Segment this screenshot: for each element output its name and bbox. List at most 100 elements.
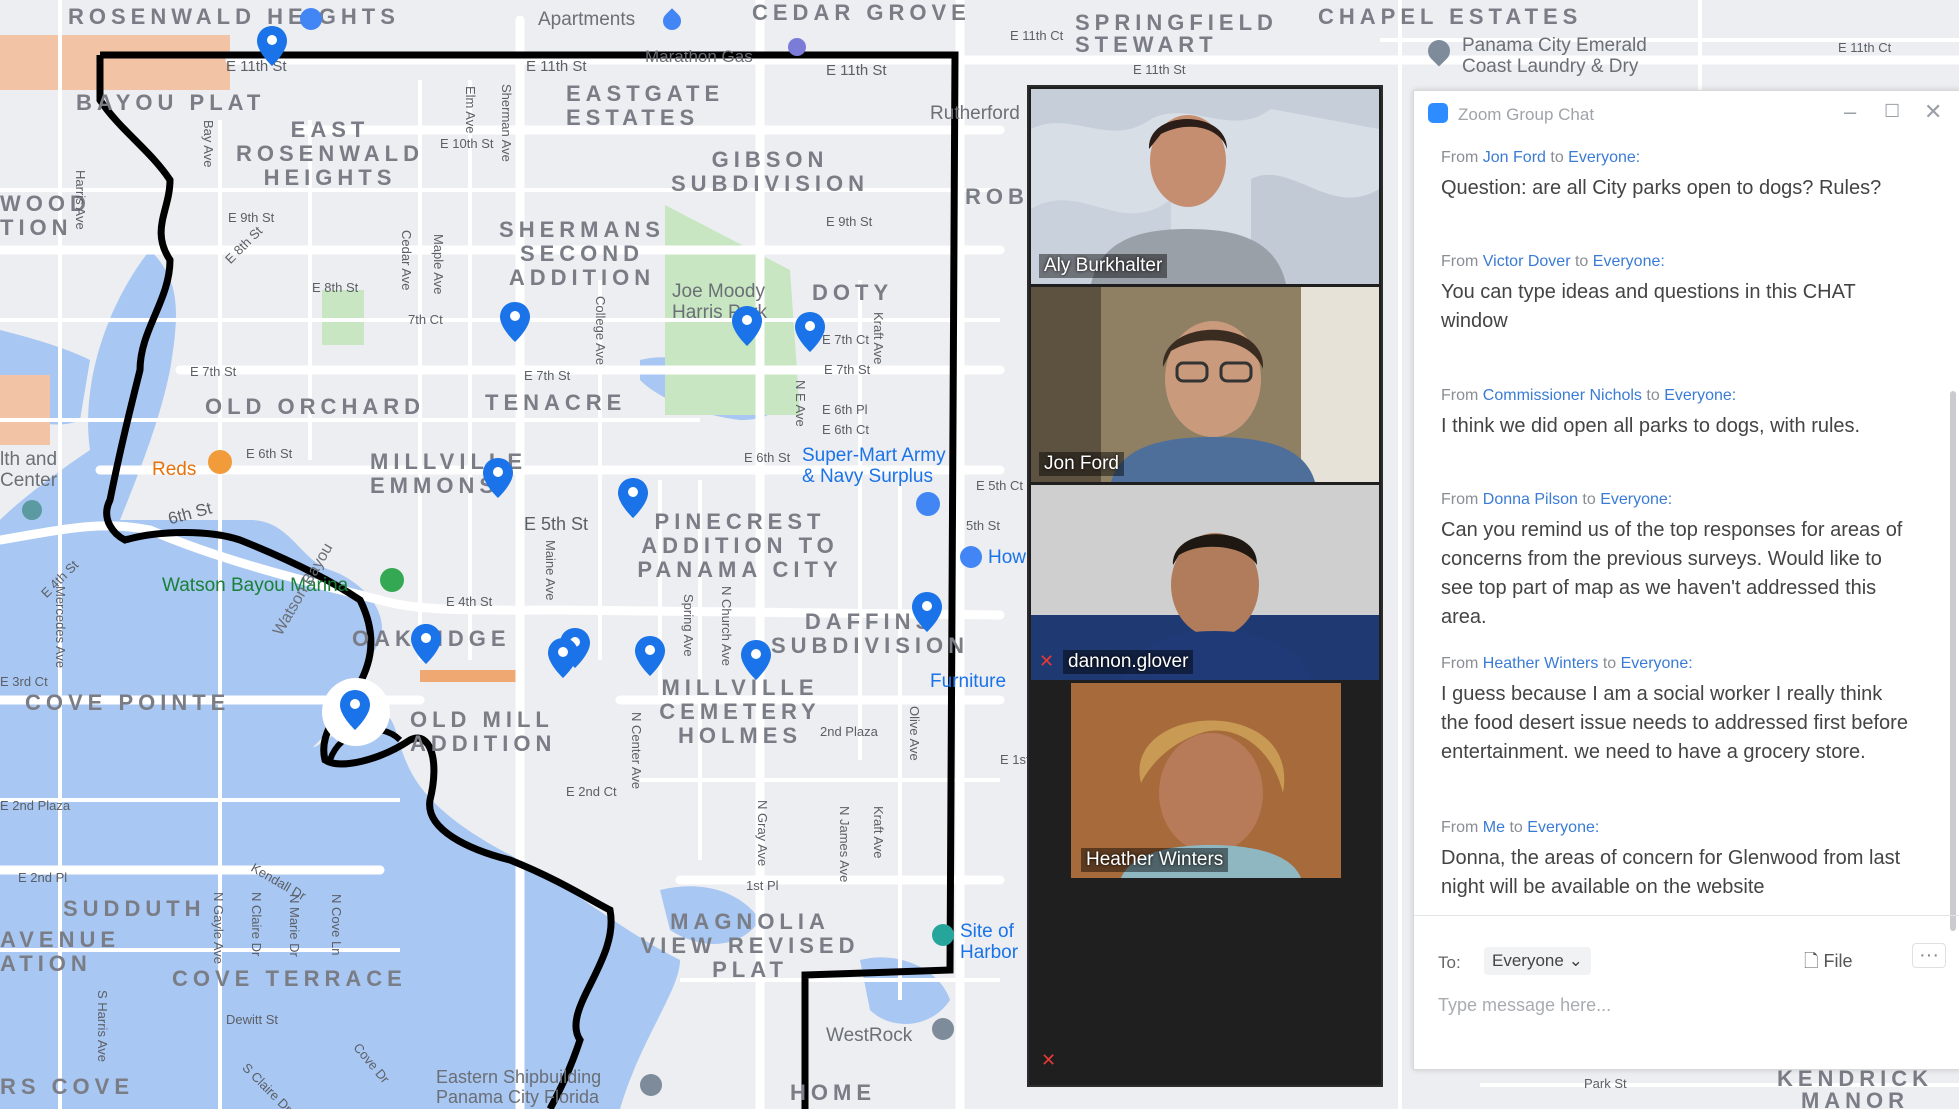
recipient-name[interactable]: Everyone:: [1527, 819, 1599, 836]
video-tile[interactable]: Heather Winters: [1031, 683, 1379, 878]
map-pin[interactable]: [483, 458, 513, 498]
neighborhood-shermans-second-addition: SHERMANS SECOND ADDITION: [499, 217, 665, 290]
chat-message: From Commissioner Nichols to Everyone: I…: [1441, 387, 1911, 441]
recipient-name[interactable]: Everyone:: [1600, 491, 1672, 508]
shopping-icon[interactable]: [916, 492, 940, 516]
recipient-value: Everyone: [1492, 951, 1564, 970]
maximize-icon[interactable]: ☐: [1884, 101, 1900, 122]
street-e6th-ct: E 6th Ct: [822, 422, 869, 437]
poi-health-center[interactable]: lth and Center: [0, 449, 70, 492]
factory-icon[interactable]: [932, 1018, 954, 1040]
map-pin[interactable]: [912, 592, 942, 632]
neighborhood-tenacre: TENACRE: [485, 390, 627, 415]
poi-super-mart[interactable]: Super-Mart Army & Navy Surplus: [802, 445, 962, 488]
video-tile-active[interactable]: Jon Ford: [1031, 287, 1379, 482]
chat-message-input[interactable]: Type message here...: [1438, 995, 1928, 1016]
video-tile[interactable]: Aly Burkhalter: [1031, 89, 1379, 284]
chat-message: From Donna Pilson to Everyone: Can you r…: [1441, 491, 1911, 632]
chat-title: Zoom Group Chat: [1458, 105, 1595, 124]
street-e6th: E 6th St: [246, 446, 293, 461]
neighborhood-eastgate-estates: EASTGATE ESTATES: [566, 81, 725, 130]
landmark-icon[interactable]: [932, 924, 954, 946]
minimize-icon[interactable]: –: [1844, 99, 1856, 125]
restaurant-icon[interactable]: [208, 450, 232, 474]
chat-scrollbar[interactable]: [1950, 391, 1956, 931]
map-pin[interactable]: [741, 640, 771, 680]
message-text: I think we did open all parks to dogs, w…: [1441, 415, 1861, 437]
street-center: N Center Ave: [629, 712, 644, 790]
street-e6th: E 6th St: [744, 450, 791, 465]
video-tile[interactable]: ✕ dannon.glover: [1031, 485, 1379, 680]
shopping-icon[interactable]: [960, 546, 982, 568]
poi-furniture[interactable]: Furniture: [930, 671, 1006, 693]
street-olive: Olive Ave: [907, 706, 922, 761]
factory-icon[interactable]: [640, 1074, 662, 1096]
message-header: From Me to Everyone:: [1441, 819, 1600, 836]
map-pin[interactable]: [635, 636, 665, 676]
street-maple: Maple Ave: [431, 234, 446, 295]
gas-icon[interactable]: [788, 38, 806, 56]
street-e4th: E 4th St: [446, 594, 493, 609]
message-header: From Victor Dover to Everyone:: [1441, 253, 1665, 270]
neighborhood-kendrick-manor: KENDRICK MANOR: [1776, 1066, 1934, 1109]
recipient-name[interactable]: Everyone:: [1593, 253, 1665, 270]
marina-icon[interactable]: [380, 568, 404, 592]
street-e7th: E 7th St: [190, 364, 237, 379]
street-e11th: E 11th St: [1133, 62, 1186, 77]
video-gallery: Aly Burkhalter Jon Ford ✕ dannon.glover: [1027, 85, 1383, 1087]
map-pin-selected[interactable]: [340, 690, 370, 730]
health-icon[interactable]: [22, 500, 42, 520]
street-e2nd-plaza: E 2nd Plaza: [0, 798, 71, 813]
poi-how[interactable]: How: [988, 547, 1026, 569]
file-button[interactable]: 🗋 File: [1804, 949, 1853, 979]
map-pin[interactable]: [795, 312, 825, 352]
street-spring: Spring Ave: [681, 594, 696, 657]
file-icon: 🗋: [1804, 951, 1819, 971]
self-muted-icon[interactable]: ✕: [1041, 1050, 1056, 1071]
neighborhood-magnolia-view: MAGNOLIA VIEW REVISED PLAT: [640, 909, 860, 982]
message-header: From Heather Winters to Everyone:: [1441, 655, 1693, 672]
sender-name[interactable]: Heather Winters: [1483, 655, 1599, 672]
more-options-button[interactable]: ···: [1912, 943, 1946, 968]
recipient-dropdown[interactable]: Everyone ⌄: [1484, 947, 1591, 975]
poi-site-of[interactable]: Site of Harbor: [960, 921, 1030, 964]
neighborhood-sudduth: SUDDUTH: [63, 896, 206, 921]
neighborhood-rs-cove: RS COVE: [0, 1074, 135, 1099]
neighborhood-chapel-estates: CHAPEL ESTATES: [1318, 4, 1583, 29]
poi-eastern-shipbuilding[interactable]: Eastern Shipbuilding Panama City Florida: [436, 1067, 666, 1108]
map-pin[interactable]: [257, 26, 287, 66]
map-pin[interactable]: [618, 478, 648, 518]
chat-message: From Heather Winters to Everyone: I gues…: [1441, 655, 1911, 767]
chat-titlebar[interactable]: Zoom Group Chat – ☐ ✕: [1414, 91, 1959, 137]
neighborhood-millville-emmons: MILLVILLE EMMONS: [370, 449, 528, 498]
message-header: From Jon Ford to Everyone:: [1441, 149, 1641, 166]
street-cedar: Cedar Ave: [399, 230, 414, 291]
map-pin[interactable]: [500, 302, 530, 342]
sender-name[interactable]: Victor Dover: [1483, 253, 1571, 270]
map-pin[interactable]: [411, 624, 441, 664]
poi-apartments[interactable]: Apartments: [538, 9, 635, 31]
chat-divider: [1414, 915, 1959, 916]
poi-panama-laundry[interactable]: Panama City Emerald Coast Laundry & Dry: [1462, 35, 1682, 78]
map-pin[interactable]: [732, 306, 762, 346]
street-harris: Harris Ave: [73, 170, 88, 230]
poi-reds[interactable]: Reds: [152, 459, 196, 481]
sender-name[interactable]: Me: [1483, 819, 1505, 836]
poi-watson-marina[interactable]: Watson Bayou Marina: [162, 575, 348, 597]
poi-icon[interactable]: [300, 8, 322, 30]
street-e5th: E 5th St: [524, 514, 589, 534]
close-icon[interactable]: ✕: [1924, 99, 1942, 125]
sender-name[interactable]: Jon Ford: [1483, 149, 1546, 166]
poi-marathon[interactable]: Marathon Gas: [645, 47, 753, 67]
recipient-name[interactable]: Everyone:: [1568, 149, 1640, 166]
street-e5th-ct: E 5th Ct: [976, 478, 1023, 493]
chevron-down-icon: ⌄: [1568, 951, 1583, 970]
street-elm: Elm Ave: [463, 86, 478, 134]
recipient-name[interactable]: Everyone:: [1664, 387, 1736, 404]
poi-westrock[interactable]: WestRock: [826, 1025, 912, 1047]
poi-rutherford[interactable]: Rutherford: [930, 103, 1020, 125]
sender-name[interactable]: Donna Pilson: [1483, 491, 1578, 508]
map-pin[interactable]: [548, 638, 578, 678]
sender-name[interactable]: Commissioner Nichols: [1483, 387, 1642, 404]
recipient-name[interactable]: Everyone:: [1621, 655, 1693, 672]
